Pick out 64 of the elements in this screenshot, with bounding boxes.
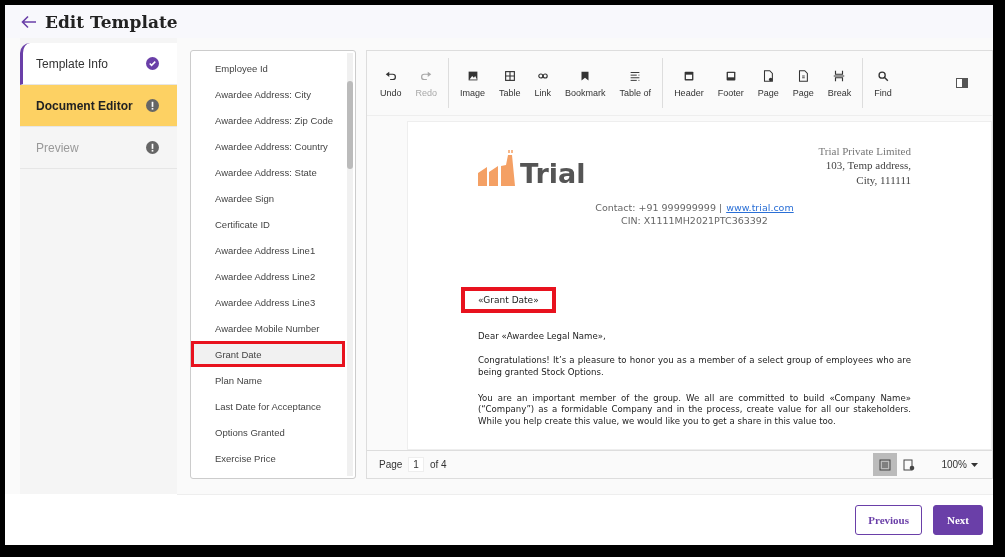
toolbar-button[interactable]: Table of	[612, 68, 659, 98]
page-icon	[796, 68, 811, 83]
field-item[interactable]: Awardee Address: State	[191, 159, 345, 185]
logo-text: Trial	[520, 159, 586, 187]
toolbar-button[interactable]: Page	[785, 68, 821, 98]
page-count: of 4	[429, 459, 447, 470]
toolbar-button[interactable]: Find	[867, 68, 899, 98]
merge-field: «Grant Date»	[461, 287, 556, 314]
field-item[interactable]: Awardee Address Line3	[191, 289, 345, 315]
toolbar-button[interactable]: Header	[667, 68, 711, 98]
paragraph: You are an important member of the group. We all are committed to build «Company Name» (“Company”) as a formidable Company and in the process, create value for all our stakeholders. While you help create this value, we would like you to get a share in this value too.	[478, 392, 911, 428]
page-label: Page	[379, 459, 403, 470]
break-icon	[832, 68, 847, 83]
search-icon	[876, 68, 890, 83]
field-item[interactable]: Awardee Address Line1	[191, 237, 345, 263]
cin-text: CIN: X1111MH2021PTC363392	[621, 214, 768, 228]
field-item[interactable]: Options Granted	[191, 419, 345, 445]
warning-icon	[146, 141, 159, 154]
step-tab[interactable]: Document Editor	[20, 85, 177, 127]
page-icon	[761, 68, 776, 83]
toolbar-button[interactable]: Footer	[710, 68, 751, 98]
check-icon	[146, 57, 159, 70]
scrollbar-thumb[interactable]	[347, 81, 353, 169]
field-item[interactable]: Last Date for Acceptance	[191, 393, 345, 419]
page-title: Edit Template	[45, 11, 178, 32]
previous-button[interactable]: Previous	[855, 505, 922, 535]
toolbar-button[interactable]: Page	[750, 68, 786, 98]
toolbar-button[interactable]: Table	[492, 68, 528, 98]
salutation-text: Dear «Awardee Legal Name»,	[478, 331, 607, 342]
field-item[interactable]: Exercise Price	[191, 445, 345, 471]
address-line: 103, Temp address,	[825, 158, 911, 173]
panel-toggle-icon[interactable]	[956, 78, 968, 88]
print-layout-button[interactable]	[873, 453, 898, 476]
field-item[interactable]: Plan Name	[191, 367, 345, 393]
contact-text: Contact: +91 999999999 |	[595, 200, 723, 215]
address-line: City, 111111	[856, 172, 911, 187]
factory-icon	[478, 148, 518, 187]
field-item[interactable]: Awardee Address Line2	[191, 263, 345, 289]
toolbar-button[interactable]: Link	[527, 68, 559, 98]
table-icon	[502, 68, 517, 83]
back-arrow-icon[interactable]	[21, 14, 37, 29]
field-item[interactable]: Certificate ID	[191, 211, 345, 237]
website-link[interactable]: www.trial.com	[726, 200, 794, 215]
field-item[interactable]: Awardee Address: City	[191, 81, 345, 107]
page-number-field[interactable]: 1	[408, 457, 424, 472]
toolbar-button[interactable]: Break	[820, 68, 859, 98]
toolbar-button[interactable]: Undo	[373, 68, 409, 98]
field-item[interactable]: Awardee Sign	[191, 185, 345, 211]
warning-icon	[146, 99, 159, 112]
step-tab[interactable]: Template Info	[20, 43, 177, 85]
field-item[interactable]: Awardee Address: Zip Code	[191, 107, 345, 133]
page-lines-icon	[879, 458, 892, 471]
next-button[interactable]: Next	[933, 505, 983, 535]
document-icon	[903, 458, 916, 471]
paragraph: Congratulations! It’s a pleasure to honor you as a member of a select group of employees who are being granted Stock Options.	[478, 355, 911, 379]
toolbar-button[interactable]: Image	[453, 68, 493, 98]
field-item[interactable]: Grant Date	[191, 341, 345, 367]
field-item[interactable]: Awardee Mobile Number	[191, 315, 345, 341]
zoom-dropdown[interactable]: 100%	[927, 459, 992, 470]
caret-icon	[971, 462, 978, 467]
address-line: Trial Private Limited	[818, 144, 911, 159]
field-item[interactable]: Employee Id	[191, 55, 345, 81]
field-item[interactable]: Awardee Address: Country	[191, 133, 345, 159]
toolbar-button[interactable]: Bookmark	[558, 68, 613, 98]
